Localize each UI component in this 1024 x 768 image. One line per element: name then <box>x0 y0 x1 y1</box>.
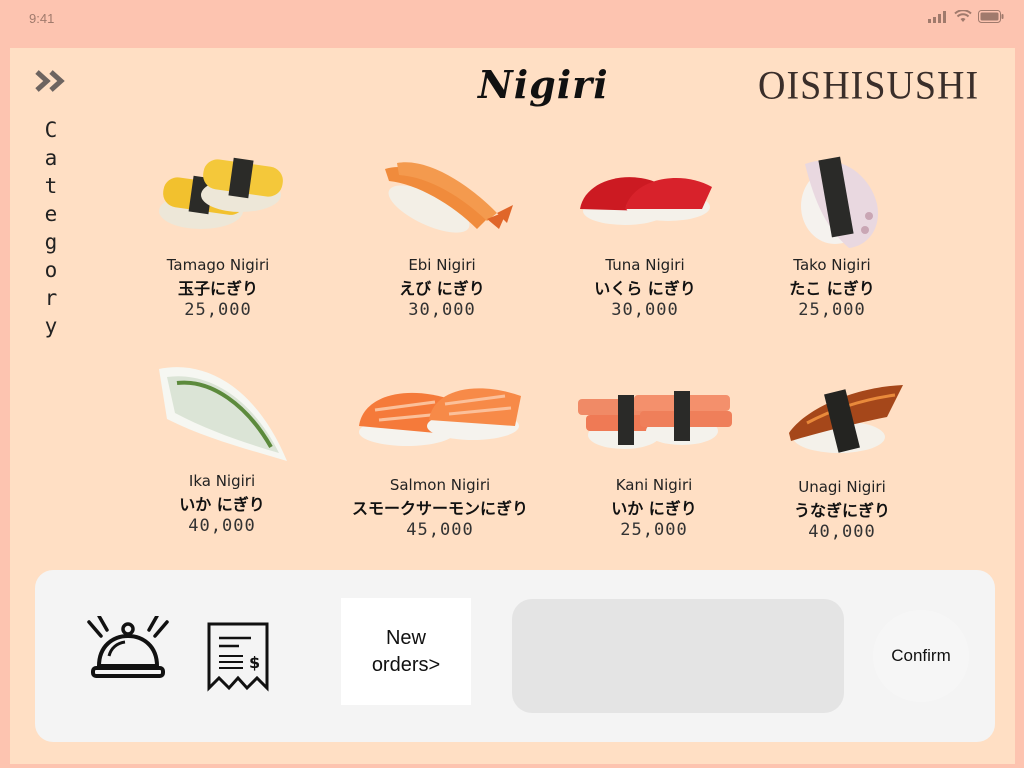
signal-icon <box>928 10 946 23</box>
order-summary-box <box>512 599 844 713</box>
item-name: Unagi Nigiri <box>798 478 886 496</box>
receipt-icon: $ <box>207 622 269 692</box>
bill-button[interactable]: $ <box>203 620 273 698</box>
item-name-jp: スモークサーモンにぎり <box>351 499 528 518</box>
item-name: Tuna Nigiri <box>605 256 685 274</box>
kani-nigiri-image <box>554 366 754 474</box>
item-name-jp: いか にぎり <box>611 499 697 518</box>
item-name: Salmon Nigiri <box>389 476 491 494</box>
item-name-jp: うなぎにぎり <box>793 501 890 520</box>
battery-icon <box>978 10 1004 23</box>
confirm-button[interactable]: Confirm <box>873 610 969 702</box>
category-label[interactable]: Category <box>40 116 62 340</box>
service-bell-icon <box>87 614 169 678</box>
item-price: 25,000 <box>798 300 866 320</box>
svg-text:$: $ <box>249 653 260 672</box>
ebi-nigiri-image <box>342 144 542 254</box>
item-name-jp: いくら にぎり <box>594 279 696 298</box>
call-staff-button[interactable] <box>85 614 171 690</box>
ika-nigiri-image <box>122 348 322 470</box>
double-chevron-right-icon <box>35 70 65 92</box>
unagi-nigiri-image <box>742 368 942 476</box>
app-screen: Category Nigiri OISHISUSHI Tamago Nigiri… <box>10 48 1015 764</box>
menu-item-salmon[interactable]: Salmon Nigiri スモークサーモンにぎり 45,000 <box>340 366 540 540</box>
new-orders-button[interactable]: New orders> <box>341 598 471 705</box>
wifi-icon <box>954 10 972 22</box>
page-title: Nigiri <box>478 62 609 107</box>
item-price: 30,000 <box>408 300 476 320</box>
item-name: Ika Nigiri <box>188 472 256 490</box>
item-name-jp: えび にぎり <box>399 279 485 298</box>
item-name-jp: いか にぎり <box>179 495 265 514</box>
menu-item-tamago[interactable]: Tamago Nigiri 玉子にぎり 25,000 <box>118 144 318 320</box>
status-icons <box>928 10 1004 23</box>
item-name-jp: 玉子にぎり <box>177 279 258 298</box>
bottom-panel: $ New orders> Confirm <box>35 570 995 742</box>
menu-item-unagi[interactable]: Unagi Nigiri うなぎにぎり 40,000 <box>742 368 942 542</box>
item-price: 25,000 <box>184 300 252 320</box>
menu-item-ika[interactable]: Ika Nigiri いか にぎり 40,000 <box>122 348 322 536</box>
tamago-nigiri-image <box>118 144 318 254</box>
status-time: 9:41 <box>29 11 55 26</box>
item-name: Tako Nigiri <box>793 256 871 274</box>
item-name-jp: たこ にぎり <box>789 279 875 298</box>
item-price: 40,000 <box>188 516 256 536</box>
menu-item-tako[interactable]: Tako Nigiri たこ にぎり 25,000 <box>732 144 932 320</box>
status-bar: 9:41 <box>0 0 1024 40</box>
item-name: Kani Nigiri <box>615 476 693 494</box>
menu-item-tuna[interactable]: Tuna Nigiri いくら にぎり 30,000 <box>545 144 745 320</box>
item-price: 30,000 <box>611 300 679 320</box>
item-price: 45,000 <box>406 520 474 540</box>
menu-item-kani[interactable]: Kani Nigiri いか にぎり 25,000 <box>554 366 754 540</box>
item-price: 25,000 <box>620 520 688 540</box>
item-name: Ebi Nigiri <box>408 256 476 274</box>
expand-sidebar-button[interactable] <box>34 68 70 94</box>
item-price: 40,000 <box>808 522 876 542</box>
item-name: Tamago Nigiri <box>166 256 270 274</box>
tako-nigiri-image <box>732 144 932 254</box>
salmon-nigiri-image <box>340 366 540 474</box>
tuna-nigiri-image <box>545 144 745 254</box>
brand-logo: OISHISUSHI <box>758 63 980 109</box>
menu-item-ebi[interactable]: Ebi Nigiri えび にぎり 30,000 <box>342 144 542 320</box>
